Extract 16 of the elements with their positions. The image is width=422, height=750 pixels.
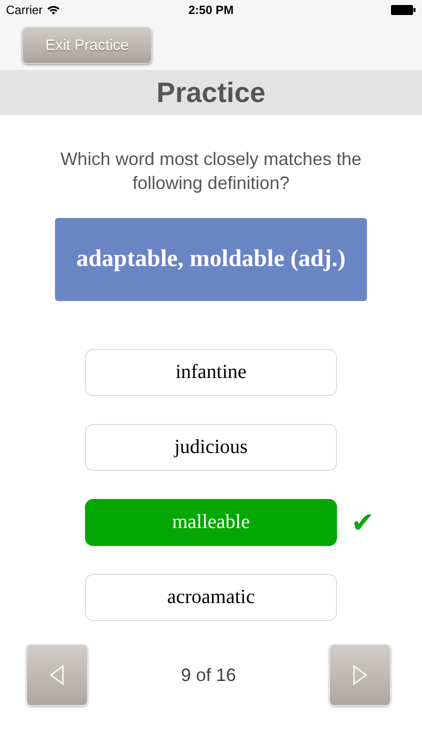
- previous-button[interactable]: [26, 644, 88, 706]
- answer-option[interactable]: infantine: [85, 349, 337, 396]
- wifi-icon: [46, 5, 60, 15]
- definition-card: adaptable, moldable (adj.): [55, 218, 367, 301]
- answer-option[interactable]: judicious: [85, 424, 337, 471]
- clock-time: 2:50 PM: [188, 3, 234, 17]
- left-triangle-icon: [49, 664, 65, 686]
- page-counter: 9 of 16: [180, 664, 236, 686]
- answer-option[interactable]: acroamatic: [85, 574, 337, 621]
- carrier-label: Carrier: [6, 3, 43, 17]
- question-text: Which word most closely matches the following definition?: [59, 148, 363, 195]
- next-button[interactable]: [328, 644, 391, 706]
- right-triangle-icon: [352, 664, 368, 686]
- page-title: Practice: [156, 76, 266, 108]
- check-icon: ✔: [351, 506, 374, 539]
- battery-icon: [391, 5, 416, 15]
